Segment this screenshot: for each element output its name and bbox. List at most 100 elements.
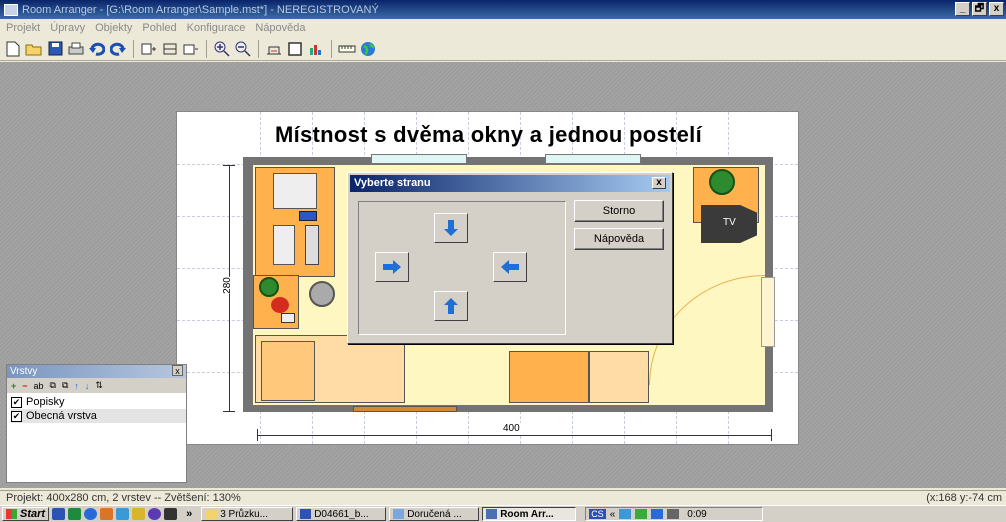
menu-upravy[interactable]: Úpravy [50,22,85,34]
arrow-down-button[interactable] [434,213,468,243]
layer-checkbox[interactable]: ✔ [11,410,22,422]
word-icon[interactable] [52,508,66,520]
height-dimension-tick-top [223,165,235,166]
security-tray-icon[interactable] [635,509,648,519]
wardrobe[interactable] [509,351,589,403]
task-document[interactable]: D04661_b... [296,507,387,521]
layers-title-text: Vrstvy [10,366,38,377]
game-icon[interactable] [164,508,178,520]
red-chair[interactable] [271,297,289,313]
task-label: Doručená ... [407,508,462,520]
arrow-right-icon [383,260,401,274]
door-sill[interactable] [353,406,457,412]
monitor[interactable] [299,211,317,221]
keyboard[interactable] [305,225,319,265]
arrow-left-button[interactable] [493,252,527,282]
bed-left-pillow[interactable] [261,341,315,401]
menu-konfigurace[interactable]: Konfigurace [187,22,246,34]
move-down-button[interactable]: ↓ [85,381,90,391]
paint-icon[interactable] [132,508,146,520]
browser-icon[interactable] [100,508,114,520]
help-button[interactable]: Nápověda [574,228,664,250]
layers-title: Vrstvy x [7,365,186,378]
tv-icon[interactable]: TV [701,205,757,243]
dialog-close-button[interactable]: x [652,177,666,189]
save-icon[interactable] [46,40,64,58]
zoom-in-icon[interactable] [213,40,231,58]
width-dimension-line [257,435,772,436]
update-tray-icon[interactable] [651,509,664,519]
volume-tray-icon[interactable] [667,509,680,519]
plant-right-icon[interactable] [709,169,735,195]
ruler-icon[interactable] [338,40,356,58]
media-icon[interactable] [148,508,162,520]
status-bar: Projekt: 400x280 cm, 2 vrstev -- Zvětšen… [0,490,1006,505]
tray-expand-icon[interactable]: « [610,509,616,520]
width-dimension-tick-right [771,429,772,441]
print-icon[interactable] [67,40,85,58]
plan-title: Místnost s dvěma okny a jednou postelí [274,122,703,147]
door-icon[interactable] [182,40,200,58]
menu-bar: Projekt Úpravy Objekty Pohled Konfigurac… [0,19,1006,37]
wall-icon[interactable] [161,40,179,58]
globe-icon[interactable] [359,40,377,58]
open-icon[interactable] [25,40,43,58]
cabinet[interactable] [273,173,317,209]
sort-layers-button[interactable]: ⇅ [95,380,103,391]
select-side-dialog[interactable]: Vyberte stranu x Storno Nápověda [347,172,673,344]
chart-icon[interactable] [307,40,325,58]
network-tray-icon[interactable] [619,509,632,519]
arrow-up-icon [444,298,458,314]
undo-icon[interactable] [88,40,106,58]
status-coordinates: (x:168 y:-74 cm [926,492,1002,504]
move-up-button[interactable]: ↑ [74,381,79,391]
add-layer-button[interactable]: + [11,381,16,391]
bottom-right-cabinet[interactable] [589,351,649,403]
taskbar: Start » 3 Průzku... D04661_b... Doručená… [0,505,1006,522]
word-doc-icon [300,509,312,519]
layer-item-obecna[interactable]: ✔ Obecná vrstva [11,409,186,423]
window-right[interactable] [545,154,641,164]
copy-layer-button[interactable]: ⧉ [50,380,56,391]
menu-pohled[interactable]: Pohled [142,22,176,34]
more-quicklaunch-button[interactable]: » [186,508,192,520]
object-icon[interactable] [140,40,158,58]
remove-layer-button[interactable]: − [22,381,27,391]
maximize-button[interactable]: 🗗 [972,2,987,16]
language-indicator[interactable]: CS [589,509,606,519]
toolbar [0,37,1006,61]
round-stool[interactable] [309,281,335,307]
dialog-title: Vyberte stranu x [350,175,670,192]
arrow-up-button[interactable] [434,291,468,321]
task-inbox[interactable]: Doručená ... [389,507,480,521]
outlook-icon[interactable] [84,508,98,520]
door-panel[interactable] [761,277,775,347]
new-icon[interactable] [4,40,22,58]
layer-item-popisky[interactable]: ✔ Popisky [11,395,186,409]
layers-panel[interactable]: Vrstvy x + − ab ⧉ ⧉ ↑ ↓ ⇅ ✔ Popisky ✔ Ob… [6,364,187,483]
minimize-button[interactable]: _ [955,2,970,16]
arrow-right-button[interactable] [375,252,409,282]
cancel-button[interactable]: Storno [574,200,664,222]
menu-napoveda[interactable]: Nápověda [255,22,305,34]
layers-close-button[interactable]: x [172,365,183,376]
layer-checkbox[interactable]: ✔ [11,396,22,408]
paste-layer-button[interactable]: ⧉ [62,380,68,391]
network-icon[interactable] [116,508,130,520]
menu-projekt[interactable]: Projekt [6,22,40,34]
menu-objekty[interactable]: Objekty [95,22,132,34]
start-button[interactable]: Start [2,507,50,521]
redo-icon[interactable] [109,40,127,58]
view3d-icon[interactable] [265,40,283,58]
excel-icon[interactable] [68,508,82,520]
rename-layer-button[interactable]: ab [34,381,44,391]
frame-icon[interactable] [286,40,304,58]
task-room-arranger[interactable]: Room Arr... [482,507,577,521]
phone[interactable] [281,313,295,323]
chair[interactable] [273,225,295,265]
window-left[interactable] [371,154,467,164]
task-pruzkum[interactable]: 3 Průzku... [201,507,294,521]
zoom-out-icon[interactable] [234,40,252,58]
close-button[interactable]: x [989,2,1004,16]
plant-icon[interactable] [259,277,279,297]
